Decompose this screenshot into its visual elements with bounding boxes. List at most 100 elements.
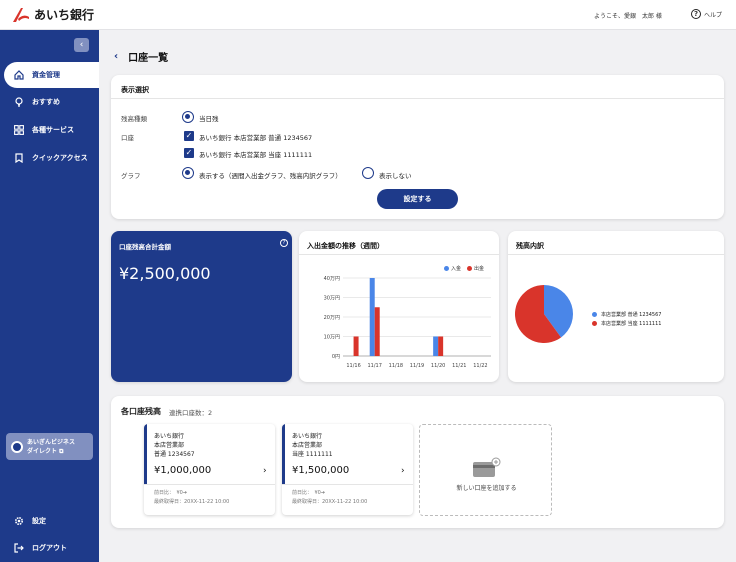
weekly-flow-card: 入出金額の推移（週間） 入金 出金 0円 10万円 20万円 30万円 40万円 11/1… (299, 231, 499, 382)
x-tick-label: 11/18 (389, 363, 403, 369)
account-branch: 本店営業部 (292, 442, 323, 449)
account-stripe (282, 424, 285, 484)
account-branch: 本店営業部 (154, 442, 185, 449)
business-direct-line1: あいぎんビジネス (27, 438, 76, 446)
account-balances-title: 各口座残高 (121, 407, 161, 416)
x-tick-label: 11/20 (431, 363, 445, 369)
account-option-1: あいち銀行 本店営業部 普通 1234567 (199, 134, 313, 142)
account-updated: 最終取得日：20XX-11-22 10:00 (292, 499, 368, 505)
welcome-message: ようこそ、愛銀 太郎 様 (594, 13, 662, 20)
account-kind: 普通 1234567 (154, 451, 195, 458)
sidebar-item-logout[interactable]: ログアウト (4, 535, 99, 561)
linked-account-count: 連携口座数：2 (169, 409, 213, 417)
chevron-right-icon: › (401, 466, 405, 476)
account-bank: あいち銀行 (154, 433, 185, 440)
sidebar-item-services[interactable]: 各種サービス (4, 117, 99, 143)
y-tick-label: 10万円 (324, 335, 340, 341)
business-direct-icon (11, 440, 23, 453)
pie-legend-item-1: 本店営業部 普通 1234567 (592, 311, 661, 318)
total-balance-card: 口座残高合計金額 ? ¥2,500,000 (111, 231, 292, 382)
account-prev-diff: 前日比： ¥0➔ (154, 490, 188, 496)
page-title-bar: ‹ 口座一覧 (114, 49, 168, 64)
card-plus-icon (473, 457, 501, 477)
business-direct-label: あいぎんビジネス ダイレクト ⧉ (27, 438, 75, 456)
sidebar-item-label: おすすめ (32, 98, 60, 106)
account-footer: 前日比： ¥0➔ 最終取得日：20XX-11-22 10:00 (292, 489, 367, 507)
account-updated: 最終取得日：20XX-11-22 10:00 (154, 499, 230, 505)
y-tick-label: 20万円 (324, 315, 340, 321)
sidebar-item-recommend[interactable]: おすすめ (4, 89, 99, 115)
bank-name: あいち銀行 (34, 8, 95, 22)
bar-out (353, 336, 359, 356)
account-prev-diff: 前日比： ¥0➔ (292, 490, 326, 496)
sidebar-item-settings[interactable]: 設定 (4, 508, 99, 534)
back-chevron-icon[interactable]: ‹ (114, 51, 118, 62)
divider (144, 484, 275, 485)
weekly-flow-chart: 0円 10万円 20万円 30万円 40万円 11/16 11/17 11/18 11/19 11… (324, 276, 491, 369)
page-title: 口座一覧 (128, 53, 169, 64)
chevron-right-icon: › (263, 466, 267, 476)
graph-hide-radio[interactable] (362, 167, 374, 179)
balance-type-radio[interactable] (182, 111, 194, 123)
add-account-button[interactable]: 新しい口座を追加する (419, 424, 552, 516)
account-option-2: あいち銀行 本店営業部 当座 1111111 (199, 151, 313, 159)
grid-icon (14, 125, 24, 135)
graph-hide-label: 表示しない (379, 172, 412, 180)
set-button[interactable]: 設定する (377, 189, 458, 209)
x-tick-label: 11/21 (452, 363, 466, 369)
business-direct-line2: ダイレクト (27, 447, 58, 455)
graph-show-radio[interactable] (182, 167, 194, 179)
sidebar-item-quick-access[interactable]: クイックアクセス (4, 145, 99, 171)
account-kind: 当座 1111111 (292, 451, 333, 458)
sidebar-collapse-button[interactable]: ‹ (74, 38, 89, 52)
account-balances-card: 各口座残高 連携口座数：2 あいち銀行 本店営業部 普通 1234567 ¥1,… (111, 396, 724, 528)
divider (282, 484, 413, 485)
graph-show-label: 表示する（週間入出金グラフ、残高内訳グラフ） (199, 172, 342, 180)
sidebar-item-fund-management[interactable]: 資金管理 (4, 62, 99, 88)
account-label: 口座 (121, 134, 134, 142)
graph-label: グラフ (121, 172, 141, 180)
top-bar: あいち銀行 ようこそ、愛銀 太郎 様 ? ヘルプ (0, 0, 736, 30)
business-direct-button[interactable]: あいぎんビジネス ダイレクト ⧉ (6, 433, 93, 460)
y-tick-label: 30万円 (324, 296, 340, 302)
legend-swatch (592, 321, 597, 326)
account-card-2[interactable]: あいち銀行 本店営業部 当座 1111111 ¥1,500,000 › 前日比：… (282, 424, 413, 515)
gear-icon (14, 516, 24, 526)
lightbulb-icon (15, 97, 23, 107)
help-label: ヘルプ (704, 11, 723, 19)
account-checkbox-2[interactable]: ✓ (184, 148, 194, 158)
divider (508, 254, 724, 255)
x-tick-label: 11/19 (410, 363, 424, 369)
sidebar-item-label: ログアウト (32, 544, 67, 552)
home-icon (14, 70, 24, 80)
chart-title: 残高内訳 (516, 242, 544, 250)
help-icon[interactable]: ? (280, 239, 288, 247)
total-balance-title: 口座残高合計金額 (119, 243, 171, 251)
account-info: あいち銀行 本店営業部 当座 1111111 (292, 432, 333, 459)
external-link-icon: ⧉ (59, 447, 64, 455)
account-stripe (144, 424, 147, 484)
bar-in (433, 336, 439, 356)
bar-in (369, 278, 375, 356)
account-card-1[interactable]: あいち銀行 本店営業部 普通 1234567 ¥1,000,000 › 前日比：… (144, 424, 275, 515)
help-link[interactable]: ? ヘルプ (691, 9, 722, 19)
account-amount: ¥1,000,000 (154, 465, 212, 476)
balance-composition-card: 残高内訳 本店営業部 普通 1234567 本店営業部 当座 1111111 (508, 231, 724, 382)
balance-type-value: 当日残 (199, 115, 219, 123)
x-tick-label: 11/17 (368, 363, 382, 369)
account-checkbox-1[interactable]: ✓ (184, 131, 194, 141)
account-bank: あいち銀行 (292, 433, 323, 440)
total-balance-amount: ¥2,500,000 (119, 264, 211, 283)
y-tick-label: 0円 (332, 354, 340, 360)
sidebar-item-label: 各種サービス (32, 126, 74, 134)
bank-logo[interactable]: あいち銀行 (12, 6, 94, 23)
x-tick-label: 11/22 (473, 363, 487, 369)
legend-label: 本店営業部 普通 1234567 (601, 312, 662, 318)
legend-swatch (592, 312, 597, 317)
sidebar-item-label: 設定 (32, 517, 46, 525)
logout-icon (14, 543, 24, 553)
bookmark-icon (15, 153, 23, 163)
sidebar-item-label: 資金管理 (32, 71, 60, 79)
x-tick-label: 11/16 (346, 363, 360, 369)
balance-type-label: 残高種類 (121, 115, 147, 123)
